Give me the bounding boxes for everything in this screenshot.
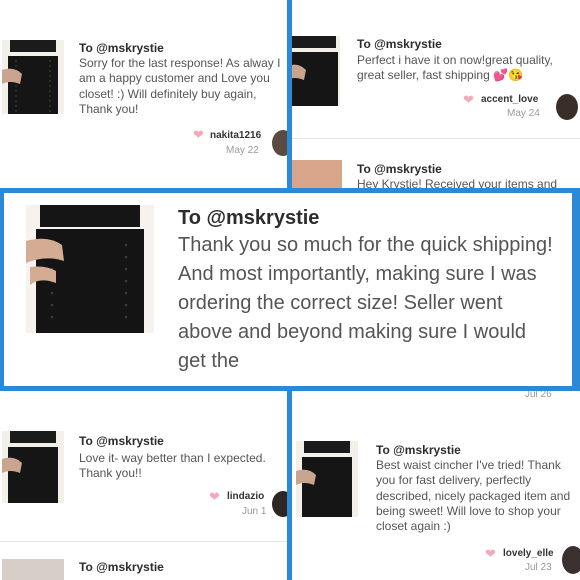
review-message: Hey Krystie! Received your items and: [357, 177, 558, 188]
review-date: Jul 26: [525, 391, 552, 400]
recipient-heading: To @mskrystie: [357, 37, 442, 51]
recipient-heading: To @mskrystie: [79, 434, 164, 448]
review-date: Jul 23: [525, 562, 552, 573]
reviewer-username[interactable]: nakita1216: [210, 130, 261, 141]
recipient-heading: To @mskrystie: [357, 162, 442, 176]
avatar[interactable]: [272, 130, 287, 156]
heart-icon[interactable]: ❤: [193, 127, 204, 143]
review-date: May 24: [507, 108, 540, 119]
product-thumbnail[interactable]: [296, 441, 358, 517]
review-message: Thank you so much for the quick shipping…: [178, 234, 553, 372]
heart-icon[interactable]: ❤: [485, 546, 496, 562]
product-thumbnail[interactable]: [2, 40, 64, 114]
product-thumbnail[interactable]: [292, 160, 342, 188]
avatar[interactable]: [556, 94, 578, 120]
review-message: Best waist cincher I've tried! Thank you…: [376, 458, 571, 534]
review-date: May 22: [226, 145, 259, 156]
heart-icon[interactable]: ❤: [463, 92, 474, 108]
review-card-1: To @mskrystie Sorry for the last respons…: [0, 0, 287, 188]
review-card-4: To @mskrystie Love it- way better than I…: [0, 391, 287, 580]
product-thumbnail[interactable]: [2, 559, 64, 580]
review-message: Sorry for the last response! As alway I …: [79, 56, 281, 117]
avatar[interactable]: [562, 546, 580, 574]
recipient-heading: To @mskrystie: [376, 443, 461, 457]
review-message: Perfect i have it on now!great quality, …: [357, 53, 553, 83]
recipient-heading: To @mskrystie: [79, 560, 164, 574]
review-card-5: Jul 26 To @mskrystie Best waist cincher …: [292, 391, 580, 580]
product-thumbnail[interactable]: [26, 205, 154, 333]
review-message: Love it- way better than I expected. Tha…: [79, 451, 266, 481]
product-thumbnail[interactable]: [2, 431, 64, 503]
recipient-heading: To @mskrystie: [178, 207, 320, 229]
reviewer-username[interactable]: lindazio: [227, 491, 264, 502]
review-card-featured: To @mskrystie Thank you so much for the …: [4, 193, 572, 386]
review-date: Jun 1: [242, 506, 267, 517]
review-card-2: To @mskrystie Perfect i have it on now!g…: [292, 0, 580, 188]
heart-icon[interactable]: ❤: [209, 489, 220, 505]
recipient-heading: To @mskrystie: [79, 41, 164, 55]
avatar[interactable]: [272, 491, 287, 517]
product-thumbnail[interactable]: [292, 36, 340, 106]
reviewer-username[interactable]: lovely_elle: [503, 548, 554, 559]
reviewer-username[interactable]: accent_love: [481, 94, 538, 105]
